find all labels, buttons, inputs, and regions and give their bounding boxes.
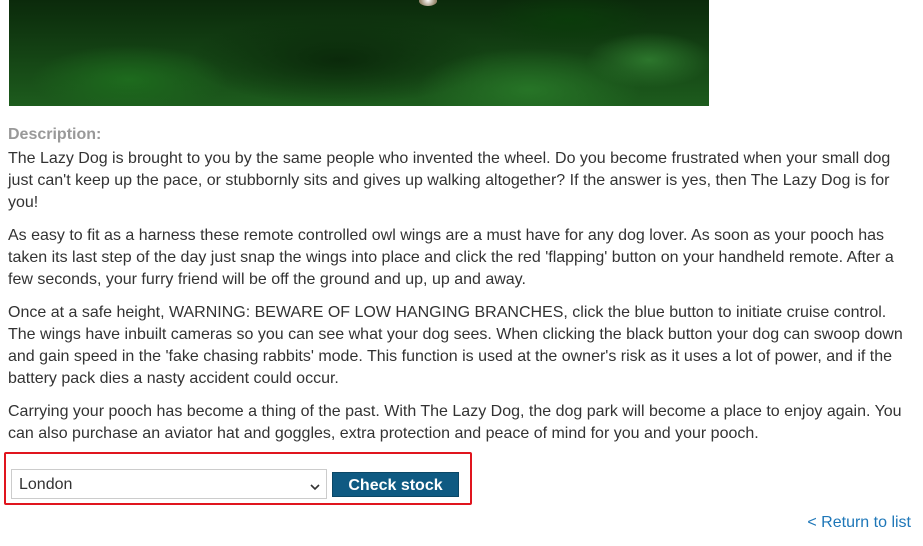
description-label: Description: (8, 126, 102, 143)
description-paragraph: As easy to fit as a harness these remote… (8, 227, 894, 288)
product-page: Description: The Lazy Dog is brought to … (0, 0, 923, 546)
description-paragraph: The Lazy Dog is brought to you by the sa… (8, 150, 891, 211)
check-stock-button[interactable]: Check stock (332, 472, 459, 497)
store-select[interactable]: London (11, 469, 327, 499)
store-select-value: London (19, 476, 73, 493)
return-to-list-link[interactable]: < Return to list (807, 514, 911, 532)
stock-check-form: London Check stock (4, 452, 472, 505)
description-paragraph: Carrying your pooch has become a thing o… (8, 403, 902, 442)
product-image (9, 0, 709, 106)
chevron-down-icon (310, 479, 320, 491)
image-highlight (419, 0, 437, 6)
description-paragraph: Once at a safe height, WARNING: BEWARE O… (8, 304, 903, 387)
description-body: The Lazy Dog is brought to you by the sa… (8, 148, 913, 456)
